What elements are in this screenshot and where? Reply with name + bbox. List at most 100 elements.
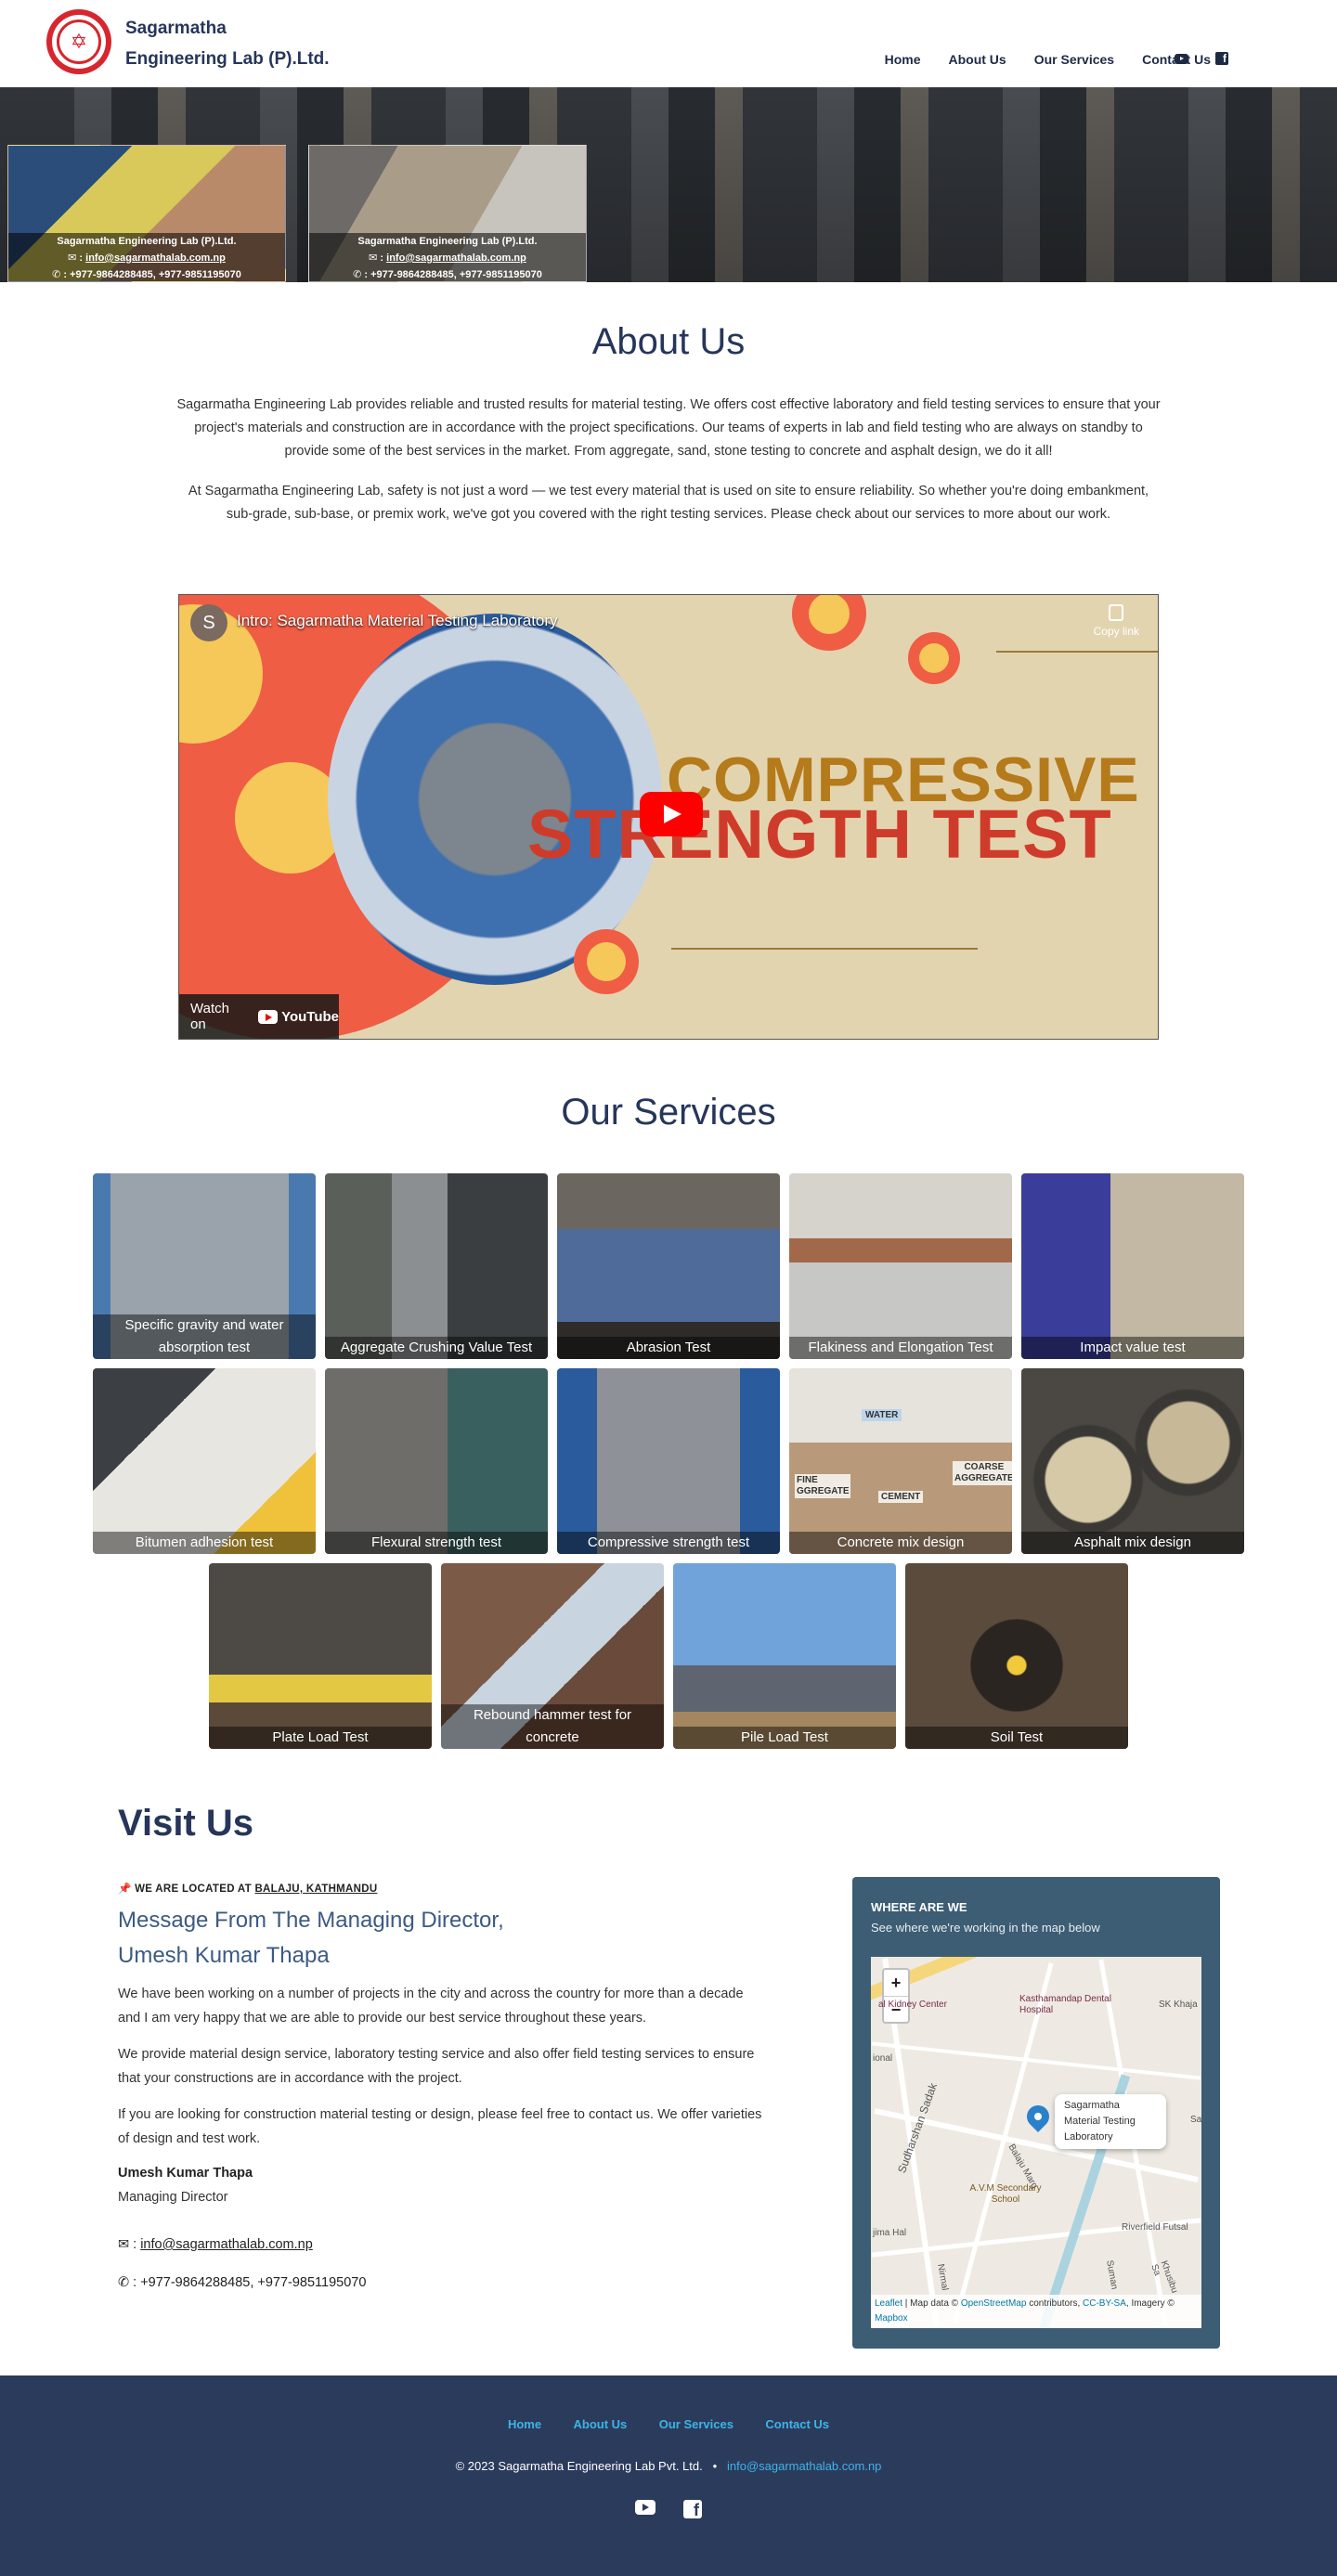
copy-icon xyxy=(1109,604,1124,621)
visit-paragraph-2: We provide material design service, labo… xyxy=(118,2047,755,2086)
attribution-text: , Imagery © xyxy=(1125,2298,1175,2309)
watch-on-youtube-button[interactable]: Watch on YouTube xyxy=(179,994,339,1039)
email-link[interactable]: info@sagarmathalab.com.np xyxy=(140,2237,313,2252)
service-tile-label: Abrasion Test xyxy=(557,1337,780,1359)
footer-nav-about-us[interactable]: About Us xyxy=(574,2417,628,2431)
service-tile[interactable]: Flexural strength test xyxy=(325,1368,548,1554)
footer-nav-our-services[interactable]: Our Services xyxy=(659,2417,733,2431)
mix-label-coarse-2: AGGREGATE xyxy=(954,1473,1012,1483)
mapbox-link[interactable]: Mapbox xyxy=(875,2313,908,2324)
footer-nav-contact-us[interactable]: Contact Us xyxy=(765,2417,829,2431)
service-tile-label: Concrete mix design xyxy=(789,1532,1012,1554)
md-name: Umesh Kumar Thapa xyxy=(118,2166,253,2181)
hero-card-phone-row: ✆ : +977-9864288485, +977-9851195070 xyxy=(8,266,285,281)
phone-icon: ✆ xyxy=(118,2275,130,2290)
video-headline-2: STRENGTH TEST xyxy=(527,796,1112,873)
service-tile[interactable]: Flakiness and Elongation Test xyxy=(789,1173,1012,1359)
map-marker-icon[interactable] xyxy=(1022,2101,1054,2132)
map-label: Nirmal xyxy=(935,2263,951,2292)
video-bg-ring xyxy=(792,595,866,651)
map-label: A.V.M Secondary School xyxy=(969,2183,1042,2205)
company-logo[interactable]: ✡ xyxy=(46,9,111,74)
video-bg-ring xyxy=(574,929,639,994)
phone-icon: ✆ xyxy=(353,269,362,280)
zoom-in-button[interactable]: + xyxy=(884,1970,908,1997)
service-tile-label: Flexural strength test xyxy=(325,1532,548,1554)
video-bg-ring xyxy=(908,632,960,684)
hero-card-phone: : +977-9864288485, +977-9851195070 xyxy=(63,269,241,280)
service-tile[interactable]: Pile Load Test xyxy=(673,1563,896,1749)
facebook-icon[interactable]: f xyxy=(683,2500,702,2519)
footer-email-link[interactable]: info@sagarmathalab.com.np xyxy=(727,2459,881,2473)
video-bg-line xyxy=(671,948,978,950)
nav-our-services[interactable]: Our Services xyxy=(1034,52,1114,67)
watch-label: Watch on xyxy=(190,1001,229,1032)
service-tile-label: Bitumen adhesion test xyxy=(93,1532,316,1554)
mail-icon: ✉ xyxy=(118,2237,130,2252)
brand-name[interactable]: Sagarmatha Engineering Lab (P).Ltd. xyxy=(125,13,330,74)
location-map[interactable]: + − al Kidney Center Kasthamandap Dental… xyxy=(871,1957,1201,2328)
video-title[interactable]: Intro: Sagarmatha Material Testing Labor… xyxy=(237,612,558,630)
where-heading: WHERE ARE WE xyxy=(871,1900,967,1914)
mix-label-water: WATER xyxy=(862,1409,902,1421)
colon: : xyxy=(133,2275,137,2290)
service-tile[interactable]: Impact value test xyxy=(1021,1173,1244,1359)
service-tile[interactable]: Plate Load Test xyxy=(209,1563,432,1749)
visit-title: Visit Us xyxy=(118,1803,253,1844)
md-message-line-1: Message From The Managing Director, xyxy=(118,1908,504,1933)
cc-link[interactable]: CC-BY-SA xyxy=(1083,2298,1126,2309)
phone-icon: ✆ xyxy=(52,269,61,280)
youtube-label: YouTube xyxy=(281,1008,339,1025)
service-tile[interactable]: Asphalt mix design xyxy=(1021,1368,1244,1554)
hero-card-email[interactable]: info@sagarmathalab.com.np xyxy=(85,252,226,264)
nav-about-us[interactable]: About Us xyxy=(948,52,1006,67)
map-label: Khusibu Sa xyxy=(1149,2259,1180,2295)
map-label: al Kidney Center xyxy=(878,2000,947,2010)
service-tile-label: Asphalt mix design xyxy=(1021,1532,1244,1554)
mail-icon: ✉ xyxy=(68,252,77,264)
service-tile[interactable]: Specific gravity and water absorption te… xyxy=(93,1173,316,1359)
service-tile-label: Specific gravity and water absorption te… xyxy=(93,1314,316,1359)
map-label: Riverfield Futsal xyxy=(1122,2222,1188,2233)
site-footer: Home About Us Our Services Contact Us © … xyxy=(0,2375,1337,2576)
visit-paragraph-1: We have been working on a number of proj… xyxy=(118,1987,744,2026)
mix-label-fine-2: GGREGATE xyxy=(797,1486,850,1496)
about-paragraph-1: Sagarmatha Engineering Lab provides reli… xyxy=(176,397,1161,459)
services-title: Our Services xyxy=(561,1092,776,1133)
service-tile[interactable]: Soil Test xyxy=(905,1563,1128,1749)
md-message-title: Message From The Managing Director, Umes… xyxy=(118,1903,504,1974)
mix-label-fine: FINE GGREGATE xyxy=(795,1474,851,1498)
youtube-icon[interactable] xyxy=(1173,51,1189,66)
mail-icon: ✉ xyxy=(369,252,378,264)
service-tile[interactable]: Aggregate Crushing Value Test xyxy=(325,1173,548,1359)
footer-nav-home[interactable]: Home xyxy=(508,2417,541,2431)
youtube-logo-icon xyxy=(257,1009,279,1024)
bullet: • xyxy=(712,2459,718,2473)
location-link[interactable]: BALAJU, KATHMANDU xyxy=(254,1883,377,1895)
service-tile[interactable]: WATER FINE GGREGATE CEMENT COARSE AGGREGAT… xyxy=(789,1368,1012,1554)
facebook-icon[interactable]: f xyxy=(1214,51,1230,66)
service-tile-label: Aggregate Crushing Value Test xyxy=(325,1337,548,1359)
service-tile[interactable]: Abrasion Test xyxy=(557,1173,780,1359)
attribution-text: contributors, xyxy=(1026,2298,1084,2309)
hero-card-email[interactable]: info@sagarmathalab.com.np xyxy=(386,252,526,264)
service-tile[interactable]: Compressive strength test xyxy=(557,1368,780,1554)
service-tile[interactable]: Rebound hammer test for concrete xyxy=(441,1563,664,1749)
hero-card-1: Sagarmatha Engineering Lab (P).Ltd. ✉ : … xyxy=(7,145,286,282)
leaflet-link[interactable]: Leaflet xyxy=(875,2298,902,2309)
service-tile[interactable]: Bitumen adhesion test xyxy=(93,1368,316,1554)
youtube-icon[interactable] xyxy=(635,2500,656,2515)
channel-avatar[interactable]: S xyxy=(190,604,227,641)
site-header: ✡ Sagarmatha Engineering Lab (P).Ltd. Ho… xyxy=(0,0,1337,87)
service-tile-label: Rebound hammer test for concrete xyxy=(441,1704,664,1749)
mix-label-fine-1: FINE xyxy=(797,1475,818,1485)
osm-link[interactable]: OpenStreetMap xyxy=(961,2298,1027,2309)
nav-home[interactable]: Home xyxy=(885,52,921,67)
play-button[interactable] xyxy=(640,792,703,836)
service-tile-label: Soil Test xyxy=(905,1727,1128,1749)
hero-card-caption: Sagarmatha Engineering Lab (P).Ltd. ✉ : … xyxy=(8,233,285,281)
service-tile-label: Flakiness and Elongation Test xyxy=(789,1337,1012,1359)
copy-link-button[interactable]: Copy link xyxy=(1094,604,1139,638)
youtube-video-embed[interactable]: COMPRESSIVE STRENGTH TEST S Intro: Sagar… xyxy=(178,594,1159,1040)
colon: : xyxy=(133,2237,137,2252)
